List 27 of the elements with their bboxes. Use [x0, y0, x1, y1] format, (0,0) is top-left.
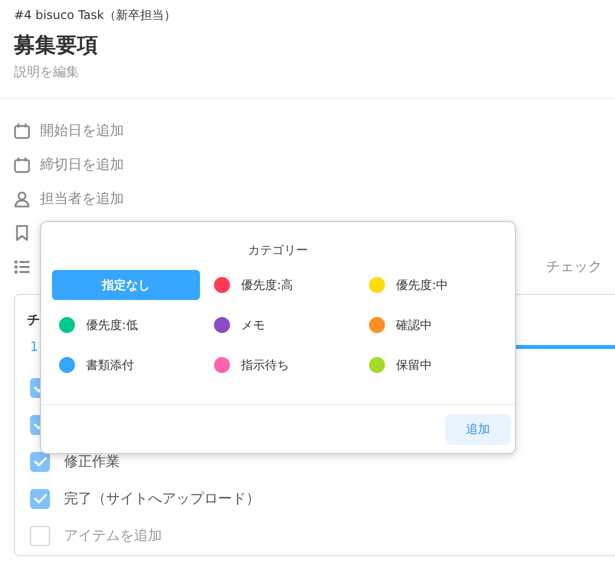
category-option[interactable]: 確認中	[362, 310, 510, 340]
add-field-link[interactable]: 締切日を追加	[40, 156, 124, 174]
category-option[interactable]: 指示待ち	[207, 350, 355, 380]
category-option[interactable]: 保留中	[362, 350, 510, 380]
add-field-link[interactable]: 担当者を追加	[40, 190, 124, 208]
add-item-checkbox[interactable]	[30, 526, 50, 546]
bookmark-icon	[13, 224, 31, 242]
checkbox[interactable]	[30, 488, 50, 508]
add-field-link[interactable]: 開始日を追加	[40, 122, 124, 140]
checked-toggle[interactable]: チェック	[546, 258, 602, 276]
checklist-item-label: 完了（サイトへアップロード）	[64, 490, 260, 508]
category-option[interactable]: 優先度:低	[52, 310, 200, 340]
calendar-icon	[13, 156, 31, 174]
calendar-icon	[13, 122, 31, 140]
checklist-item-label: 修正作業	[64, 452, 120, 470]
category-option[interactable]: メモ	[207, 310, 355, 340]
task-title: 募集要項	[14, 32, 99, 58]
category-option[interactable]: 書類添付	[52, 350, 200, 380]
person-icon	[13, 190, 31, 208]
checklist-title: チ	[27, 312, 41, 330]
progress-text: 1	[30, 340, 40, 354]
popover-title: カテゴリー	[247, 242, 309, 258]
checkbox[interactable]	[30, 452, 50, 472]
category-option[interactable]: 優先度:高	[207, 270, 355, 300]
category-option[interactable]: 優先度:中	[362, 270, 510, 300]
list-icon	[13, 258, 31, 276]
project-name: #4 bisuco Task（新卒担当）	[14, 7, 177, 24]
